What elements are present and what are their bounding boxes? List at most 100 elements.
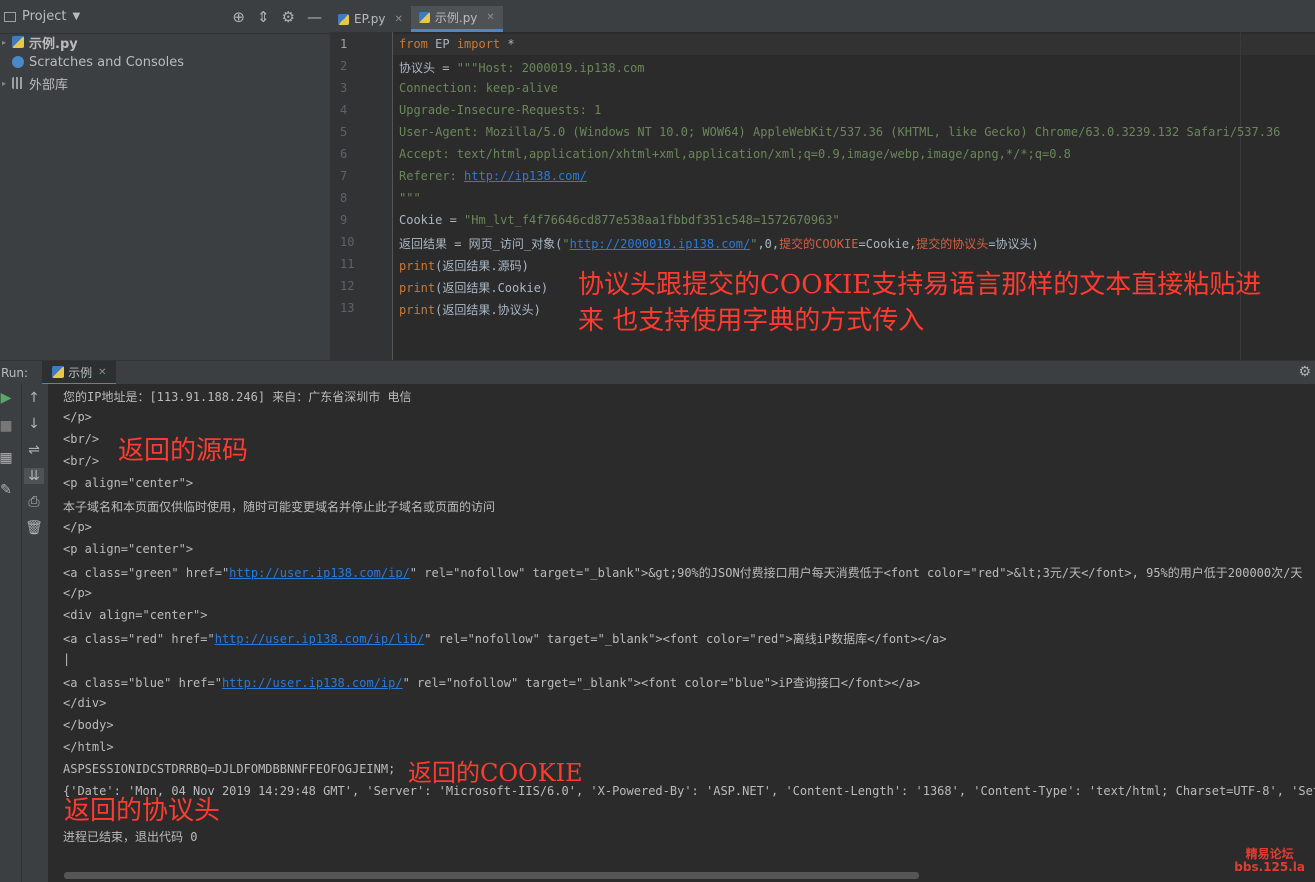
code-editor[interactable]: 1 2 3 4 5 6 7 8 9 10 11 12 13 from EP im… — [330, 32, 1315, 360]
line-number: 9 — [340, 213, 348, 227]
stop-icon[interactable]: ■ — [0, 418, 16, 434]
console-line: 您的IP地址是：[113.91.188.246] 来自：广东省深圳市 电信 — [63, 390, 412, 404]
tree-item-label: Scratches and Consoles — [29, 54, 185, 70]
tree-item-label: 示例.py — [29, 36, 78, 52]
console-text: <a class="blue" href=" — [63, 676, 222, 690]
line-number: 12 — [340, 279, 355, 293]
line-number: 2 — [340, 59, 348, 73]
line-gutter: 1 2 3 4 5 6 7 8 9 10 11 12 13 — [330, 32, 393, 360]
code-line: Accept: text/html,application/xhtml+xml,… — [399, 147, 1071, 161]
run-tab[interactable]: 示例 ✕ — [42, 361, 117, 385]
project-icon — [4, 11, 16, 22]
chevron-right-icon: ▸ — [2, 78, 7, 88]
keyword: print — [399, 281, 436, 295]
console-link[interactable]: http://user.ip138.com/ip/ — [222, 676, 403, 690]
code-text: EP — [427, 37, 457, 51]
param-name: 提交的协议头 — [916, 237, 989, 251]
run-toolbar: ▶ ■ ▦ ✎ ↑ ↓ ⇌ ⇊ ⎙ 🗑 — [0, 384, 48, 882]
tree-item-file[interactable]: ▸ 示例.py — [0, 32, 78, 52]
console-line: <br/> — [63, 454, 100, 468]
code-line: Upgrade-Insecure-Requests: 1 — [399, 103, 602, 117]
code-line: from EP import * — [399, 37, 515, 51]
console-text: " rel="nofollow" target="_blank">&gt;90%… — [409, 566, 1303, 580]
line-number: 1 — [340, 37, 348, 51]
soft-wrap-icon[interactable]: ⇌ — [24, 442, 44, 458]
python-file-icon — [418, 12, 430, 23]
console-line: </div> — [63, 696, 107, 710]
library-icon — [12, 77, 24, 89]
pin-icon[interactable]: ✎ — [0, 482, 16, 498]
line-number: 11 — [340, 257, 355, 271]
arrow-up-icon[interactable]: ↑ — [24, 390, 44, 406]
string-literal: "Hm_lvt_f4f76646cd877e538aa1fbbdf351c548… — [464, 213, 840, 227]
console-line: </p> — [63, 586, 92, 600]
console-line: ASPSESSIONIDCSTDRRBQ=DJLDFOMDBBNNFFEOFOG… — [63, 762, 396, 776]
project-title[interactable]: Project — [22, 9, 66, 24]
code-text: Referer: — [399, 169, 465, 183]
console-line: 进程已结束，退出代码 0 — [63, 830, 198, 844]
collapse-icon[interactable]: ⇕ — [257, 8, 270, 26]
code-text: 协议头 = — [399, 61, 457, 75]
console-text: " rel="nofollow" target="_blank"><font c… — [424, 632, 947, 646]
tree-item-label: 外部库 — [29, 77, 69, 93]
code-text: (返回结果.源码) — [435, 259, 529, 273]
chevron-down-icon[interactable]: ▼ — [72, 11, 80, 22]
close-icon[interactable]: ✕ — [98, 367, 106, 378]
code-text: * — [500, 37, 515, 51]
code-line: print(返回结果.Cookie) — [399, 279, 548, 296]
tree-item-external-libs[interactable]: ▸ 外部库 — [0, 73, 68, 93]
console-line: | — [63, 652, 71, 666]
gear-icon[interactable]: ⚙ — [282, 8, 295, 26]
code-line: print(返回结果.协议头) — [399, 301, 541, 318]
code-link[interactable]: http://ip138.com/ — [464, 169, 587, 183]
annotation-text: 协议头跟提交的COOKIE支持易语言那样的文本直接粘贴进 — [578, 270, 1262, 300]
console-line: </body> — [63, 718, 114, 732]
layout-icon[interactable]: ▦ — [0, 450, 16, 466]
annotation-text: 返回的源码 — [118, 436, 249, 466]
line-number: 13 — [340, 301, 355, 315]
code-line: User-Agent: Mozilla/5.0 (Windows NT 10.0… — [399, 125, 1281, 139]
python-file-icon — [338, 13, 349, 25]
code-link[interactable]: http://2000019.ip138.com/ — [570, 237, 751, 251]
console-link[interactable]: http://user.ip138.com/ip/ — [229, 566, 410, 580]
code-line: Referer: http://ip138.com/ — [399, 169, 587, 183]
tab-ep[interactable]: EP.py ✕ — [330, 6, 411, 32]
code-text: (返回结果.Cookie) — [435, 281, 549, 295]
run-icon[interactable]: ▶ — [0, 390, 16, 406]
console-line: 本子域名和本页面仅供临时使用，随时可能变更域名并停止此子域名或页面的访问 — [63, 500, 496, 514]
chevron-right-icon: ▸ — [2, 37, 7, 47]
trash-icon[interactable]: 🗑 — [24, 520, 44, 536]
keyword: import — [456, 37, 501, 51]
locate-icon[interactable]: ⊕ — [232, 8, 245, 26]
keyword: from — [399, 37, 428, 51]
param-name: 提交的COOKIE — [779, 237, 859, 251]
tree-item-scratches[interactable]: Scratches and Consoles — [0, 52, 184, 72]
code-line: Cookie = "Hm_lvt_f4f76646cd877e538aa1fbb… — [399, 213, 840, 227]
tab-label: EP.py — [354, 12, 386, 26]
console-link[interactable]: http://user.ip138.com/ip/lib/ — [215, 632, 425, 646]
console-line: <a class="green" href="http://user.ip138… — [63, 564, 1302, 581]
close-icon[interactable]: ✕ — [486, 12, 494, 23]
keyword: print — [399, 303, 436, 317]
line-number: 4 — [340, 103, 348, 117]
console-line: <a class="blue" href="http://user.ip138.… — [63, 674, 920, 691]
scroll-to-end-icon[interactable]: ⇊ — [24, 468, 44, 484]
code-line: 协议头 = """Host: 2000019.ip138.com — [399, 59, 645, 76]
horizontal-scrollbar[interactable] — [64, 872, 919, 879]
print-icon[interactable]: ⎙ — [24, 494, 44, 510]
console-line: </html> — [63, 740, 114, 754]
project-toolbar: ⊕ ⇕ ⚙ — — [232, 8, 322, 26]
console-output[interactable]: 您的IP地址是：[113.91.188.246] 来自：广东省深圳市 电信 </… — [48, 384, 1315, 882]
python-file-icon — [52, 366, 65, 378]
console-line: <p align="center"> — [63, 476, 194, 490]
right-margin-guide — [1240, 32, 1241, 360]
close-icon[interactable]: ✕ — [394, 14, 402, 25]
console-line: <p align="center"> — [63, 542, 194, 556]
console-line: </p> — [63, 410, 92, 424]
line-number: 7 — [340, 169, 348, 183]
minimize-icon[interactable]: — — [307, 8, 322, 26]
arrow-down-icon[interactable]: ↓ — [24, 416, 44, 432]
tab-example[interactable]: 示例.py ✕ — [410, 6, 503, 32]
gear-icon[interactable]: ⚙ — [1298, 364, 1311, 380]
code-text: (返回结果.协议头) — [435, 303, 541, 317]
